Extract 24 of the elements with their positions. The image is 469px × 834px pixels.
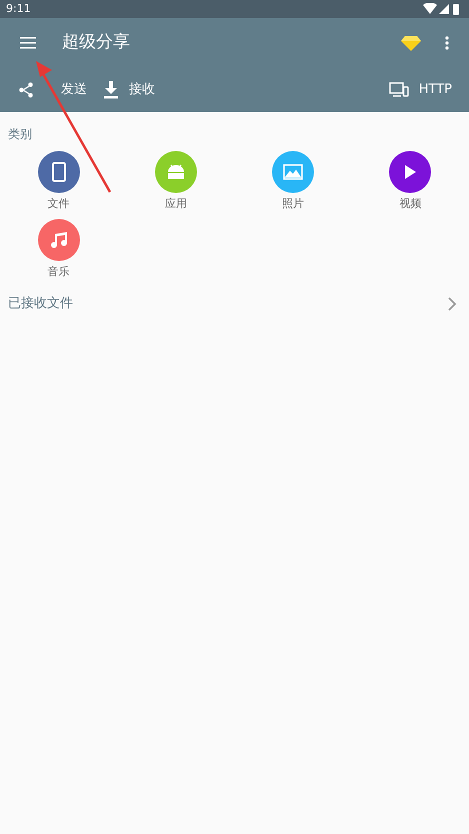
menu-icon [20, 37, 36, 49]
more-icon [445, 36, 449, 50]
category-item[interactable]: 应用 [117, 151, 234, 212]
section-title: 类别 [8, 127, 32, 141]
image-icon [283, 164, 304, 180]
category-item[interactable]: 音乐 [0, 218, 118, 280]
action-button[interactable]: 接收 [103, 80, 155, 100]
diamond-icon [401, 35, 421, 51]
devices-icon [388, 82, 409, 98]
action-button[interactable]: HTTP [388, 80, 452, 100]
category-item[interactable]: 视频 [352, 151, 469, 212]
received-files-row[interactable]: 已接收文件 [0, 290, 469, 318]
music-note-icon [50, 230, 68, 248]
android-icon [166, 163, 186, 181]
status-time: 9:11 [6, 0, 31, 17]
phone-icon [52, 162, 66, 182]
action-button[interactable]: 发送 [17, 80, 87, 100]
download-icon [103, 81, 119, 99]
category-item[interactable]: 照片 [234, 151, 352, 212]
category-item[interactable]: 文件 [0, 151, 118, 212]
app-title: 超级分享 [62, 31, 130, 54]
play-icon [404, 165, 416, 179]
chevron-right-icon [448, 297, 457, 311]
share-icon [17, 81, 35, 99]
